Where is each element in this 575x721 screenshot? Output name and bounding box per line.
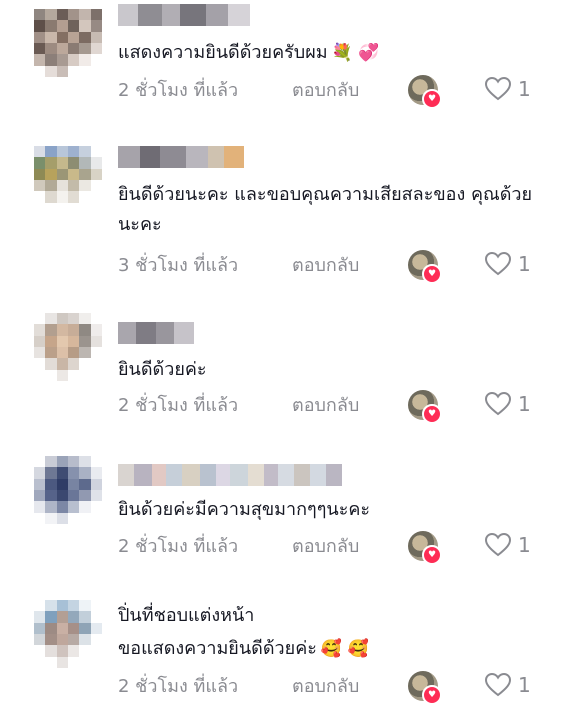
timestamp: 2 ชั่วโมง ที่แล้ว <box>118 394 239 416</box>
reply-button[interactable]: ตอบกลับ <box>292 250 359 279</box>
timestamp: 2 ชั่วโมง ที่แล้ว <box>118 79 239 101</box>
comment-list: แสดงความยินดีด้วยครับผม 💐 💞 2 ชั่วโมง ที่… <box>0 0 575 721</box>
avatar[interactable] <box>34 313 102 381</box>
heart-outline-icon <box>484 672 512 697</box>
creator-liked-icon: ♥ <box>408 75 442 109</box>
comment-meta: 2 ชั่วโมง ที่แล้ว ตอบกลับ <box>118 390 538 418</box>
creator-liked-icon: ♥ <box>408 390 442 424</box>
comment-meta: 2 ชั่วโมง ที่แล้ว ตอบกลับ <box>118 75 538 103</box>
avatar[interactable] <box>34 9 102 77</box>
like-button[interactable]: 1 <box>484 250 531 278</box>
username-obscured[interactable] <box>118 464 342 486</box>
comment-text: ยินด้วยค่ะมีความสุขมากๆๆนะคะ <box>118 499 371 520</box>
heart-outline-icon <box>484 76 512 101</box>
like-count: 1 <box>518 533 531 557</box>
like-count: 1 <box>518 77 531 101</box>
reply-button[interactable]: ตอบกลับ <box>292 390 359 419</box>
creator-liked-icon: ♥ <box>408 250 442 284</box>
like-count: 1 <box>518 392 531 416</box>
like-button[interactable]: 1 <box>484 75 531 103</box>
smiling-face-hearts-emoji: 🥰 🥰 <box>320 639 369 659</box>
username[interactable]: ปิ่นที่ชอบแต่งหน้า <box>118 601 548 631</box>
avatar[interactable] <box>34 146 102 214</box>
like-button[interactable]: 1 <box>484 671 531 699</box>
comment-text: ยินดีด้วยนะคะ และขอบคุณความเสียสละของ คุ… <box>118 184 533 235</box>
avatar[interactable] <box>34 600 102 668</box>
comment-text: แสดงความยินดีด้วยครับผม 💐 💞 <box>118 42 380 63</box>
comment-meta: 3 ชั่วโมง ที่แล้ว ตอบกลับ <box>118 250 538 278</box>
comment-text: ยินดีด้วยค่ะ <box>118 359 207 380</box>
heart-outline-icon <box>484 251 512 276</box>
timestamp: 2 ชั่วโมง ที่แล้ว <box>118 535 239 557</box>
like-button[interactable]: 1 <box>484 390 531 418</box>
heart-outline-icon <box>484 532 512 557</box>
username-obscured[interactable] <box>118 322 194 344</box>
like-count: 1 <box>518 252 531 276</box>
avatar[interactable] <box>34 456 102 524</box>
reply-button[interactable]: ตอบกลับ <box>292 531 359 560</box>
comment-text: ขอแสดงความยินดีด้วยค่ะ 🥰 🥰 <box>118 638 369 659</box>
reply-button[interactable]: ตอบกลับ <box>292 671 359 700</box>
creator-liked-icon: ♥ <box>408 531 442 565</box>
username-obscured[interactable] <box>118 146 244 168</box>
bouquet-heart-emoji: 💐 💞 <box>331 43 380 63</box>
like-count: 1 <box>518 673 531 697</box>
comment-meta: 2 ชั่วโมง ที่แล้ว ตอบกลับ <box>118 671 538 699</box>
comment-meta: 2 ชั่วโมง ที่แล้ว ตอบกลับ <box>118 531 538 559</box>
timestamp: 3 ชั่วโมง ที่แล้ว <box>118 254 239 276</box>
creator-liked-icon: ♥ <box>408 671 442 705</box>
reply-button[interactable]: ตอบกลับ <box>292 75 359 104</box>
like-button[interactable]: 1 <box>484 531 531 559</box>
username-obscured[interactable] <box>118 4 250 26</box>
heart-outline-icon <box>484 391 512 416</box>
timestamp: 2 ชั่วโมง ที่แล้ว <box>118 675 239 697</box>
